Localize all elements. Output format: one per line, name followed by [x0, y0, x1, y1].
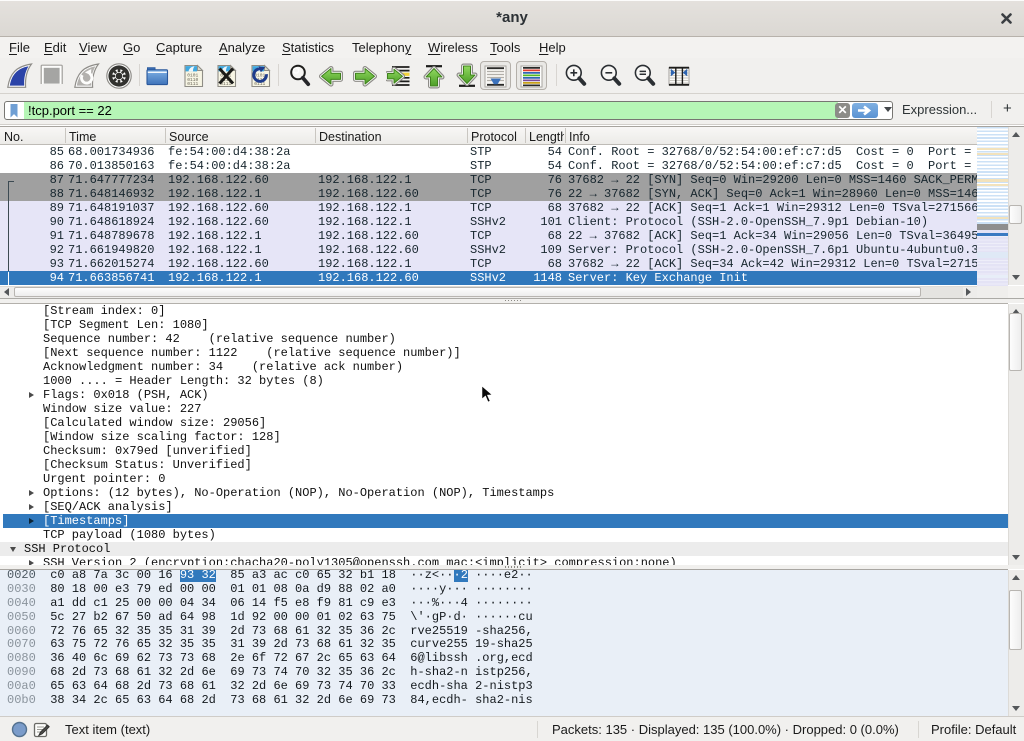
svg-text:0111: 0111 — [187, 81, 198, 87]
